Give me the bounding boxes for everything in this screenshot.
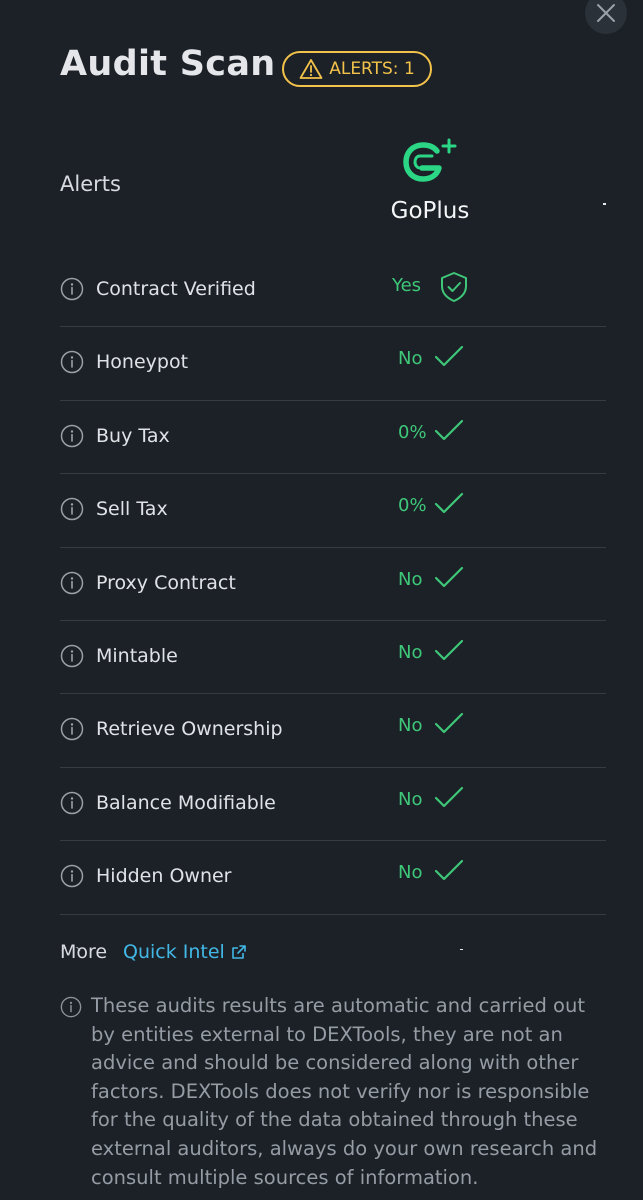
disclaimer-text: These audits results are automatic and c…: [91, 994, 598, 1189]
info-icon[interactable]: [60, 350, 84, 374]
table-row: Proxy Contract No: [60, 548, 606, 621]
row-label: Contract Verified: [96, 278, 256, 300]
scroll-overflow-hint: [60, 936, 606, 952]
row-value: Yes: [392, 275, 422, 296]
info-icon[interactable]: [60, 864, 84, 888]
row-label: Honeypot: [96, 351, 189, 374]
quick-intel-link-text[interactable]: Quick Intel: [123, 941, 225, 963]
alerts-column-header: Alerts: [60, 172, 121, 196]
row-value: No: [398, 862, 423, 884]
info-icon[interactable]: [60, 424, 84, 448]
row-value: No: [398, 348, 423, 370]
check-icon: [434, 419, 464, 440]
alerts-badge-label: ALERTS: 1: [329, 59, 415, 79]
table-row: Balance Modifiable No: [60, 768, 606, 842]
row-value: No: [398, 641, 423, 663]
table-row: Buy Tax 0%: [60, 401, 606, 475]
external-link-icon: [232, 945, 246, 959]
close-icon: [597, 4, 615, 22]
page-title: Audit Scan: [60, 44, 276, 84]
info-icon[interactable]: [60, 571, 84, 595]
info-icon[interactable]: [60, 497, 84, 521]
audit-scan-panel: Audit Scan ALERTS: 1 Alerts GoPlus Contr…: [0, 0, 643, 1200]
table-row: Contract Verified Yes: [60, 254, 606, 328]
table-row: Retrieve Ownership No: [60, 694, 606, 768]
row-value: No: [398, 788, 423, 810]
shield-check-icon: [441, 272, 467, 302]
alerts-badge: ALERTS: 1: [282, 51, 432, 87]
table-row: Hidden Owner No: [60, 841, 606, 915]
info-icon[interactable]: [60, 717, 84, 741]
check-icon: [434, 786, 464, 807]
check-icon: [434, 566, 464, 587]
row-label: Sell Tax: [96, 498, 168, 521]
info-icon[interactable]: [60, 791, 84, 815]
check-icon: [434, 493, 464, 514]
check-icon: [434, 639, 464, 661]
check-icon: [434, 346, 464, 367]
row-label: Mintable: [96, 644, 178, 667]
row-label: Hidden Owner: [96, 865, 232, 888]
table-row: Honeypot No: [60, 327, 606, 401]
row-label: Buy Tax: [96, 424, 170, 447]
row-label: Balance Modifiable: [96, 791, 276, 814]
check-icon: [434, 713, 464, 734]
info-icon: [60, 996, 82, 1018]
goplus-logo-icon: [403, 138, 457, 182]
row-label: Retrieve Ownership: [96, 718, 283, 741]
row-value: 0%: [398, 495, 427, 517]
row-label: Proxy Contract: [96, 571, 236, 594]
column-marker: [603, 203, 606, 205]
provider-name: GoPlus: [390, 198, 470, 224]
close-button[interactable]: [585, 0, 627, 34]
more-label: More: [60, 941, 108, 963]
info-icon[interactable]: [60, 644, 84, 668]
audit-table: Contract Verified Yes Honeypot No Buy Ta…: [60, 254, 606, 915]
warning-icon: [299, 59, 323, 79]
row-value: 0%: [398, 421, 427, 443]
table-row: Mintable No: [60, 621, 606, 695]
info-icon[interactable]: [60, 277, 84, 301]
table-row: Sell Tax 0%: [60, 474, 606, 548]
quick-intel-link[interactable]: Quick Intel: [123, 941, 248, 963]
check-icon: [434, 860, 464, 881]
row-value: No: [398, 568, 423, 590]
row-value: No: [398, 715, 423, 737]
